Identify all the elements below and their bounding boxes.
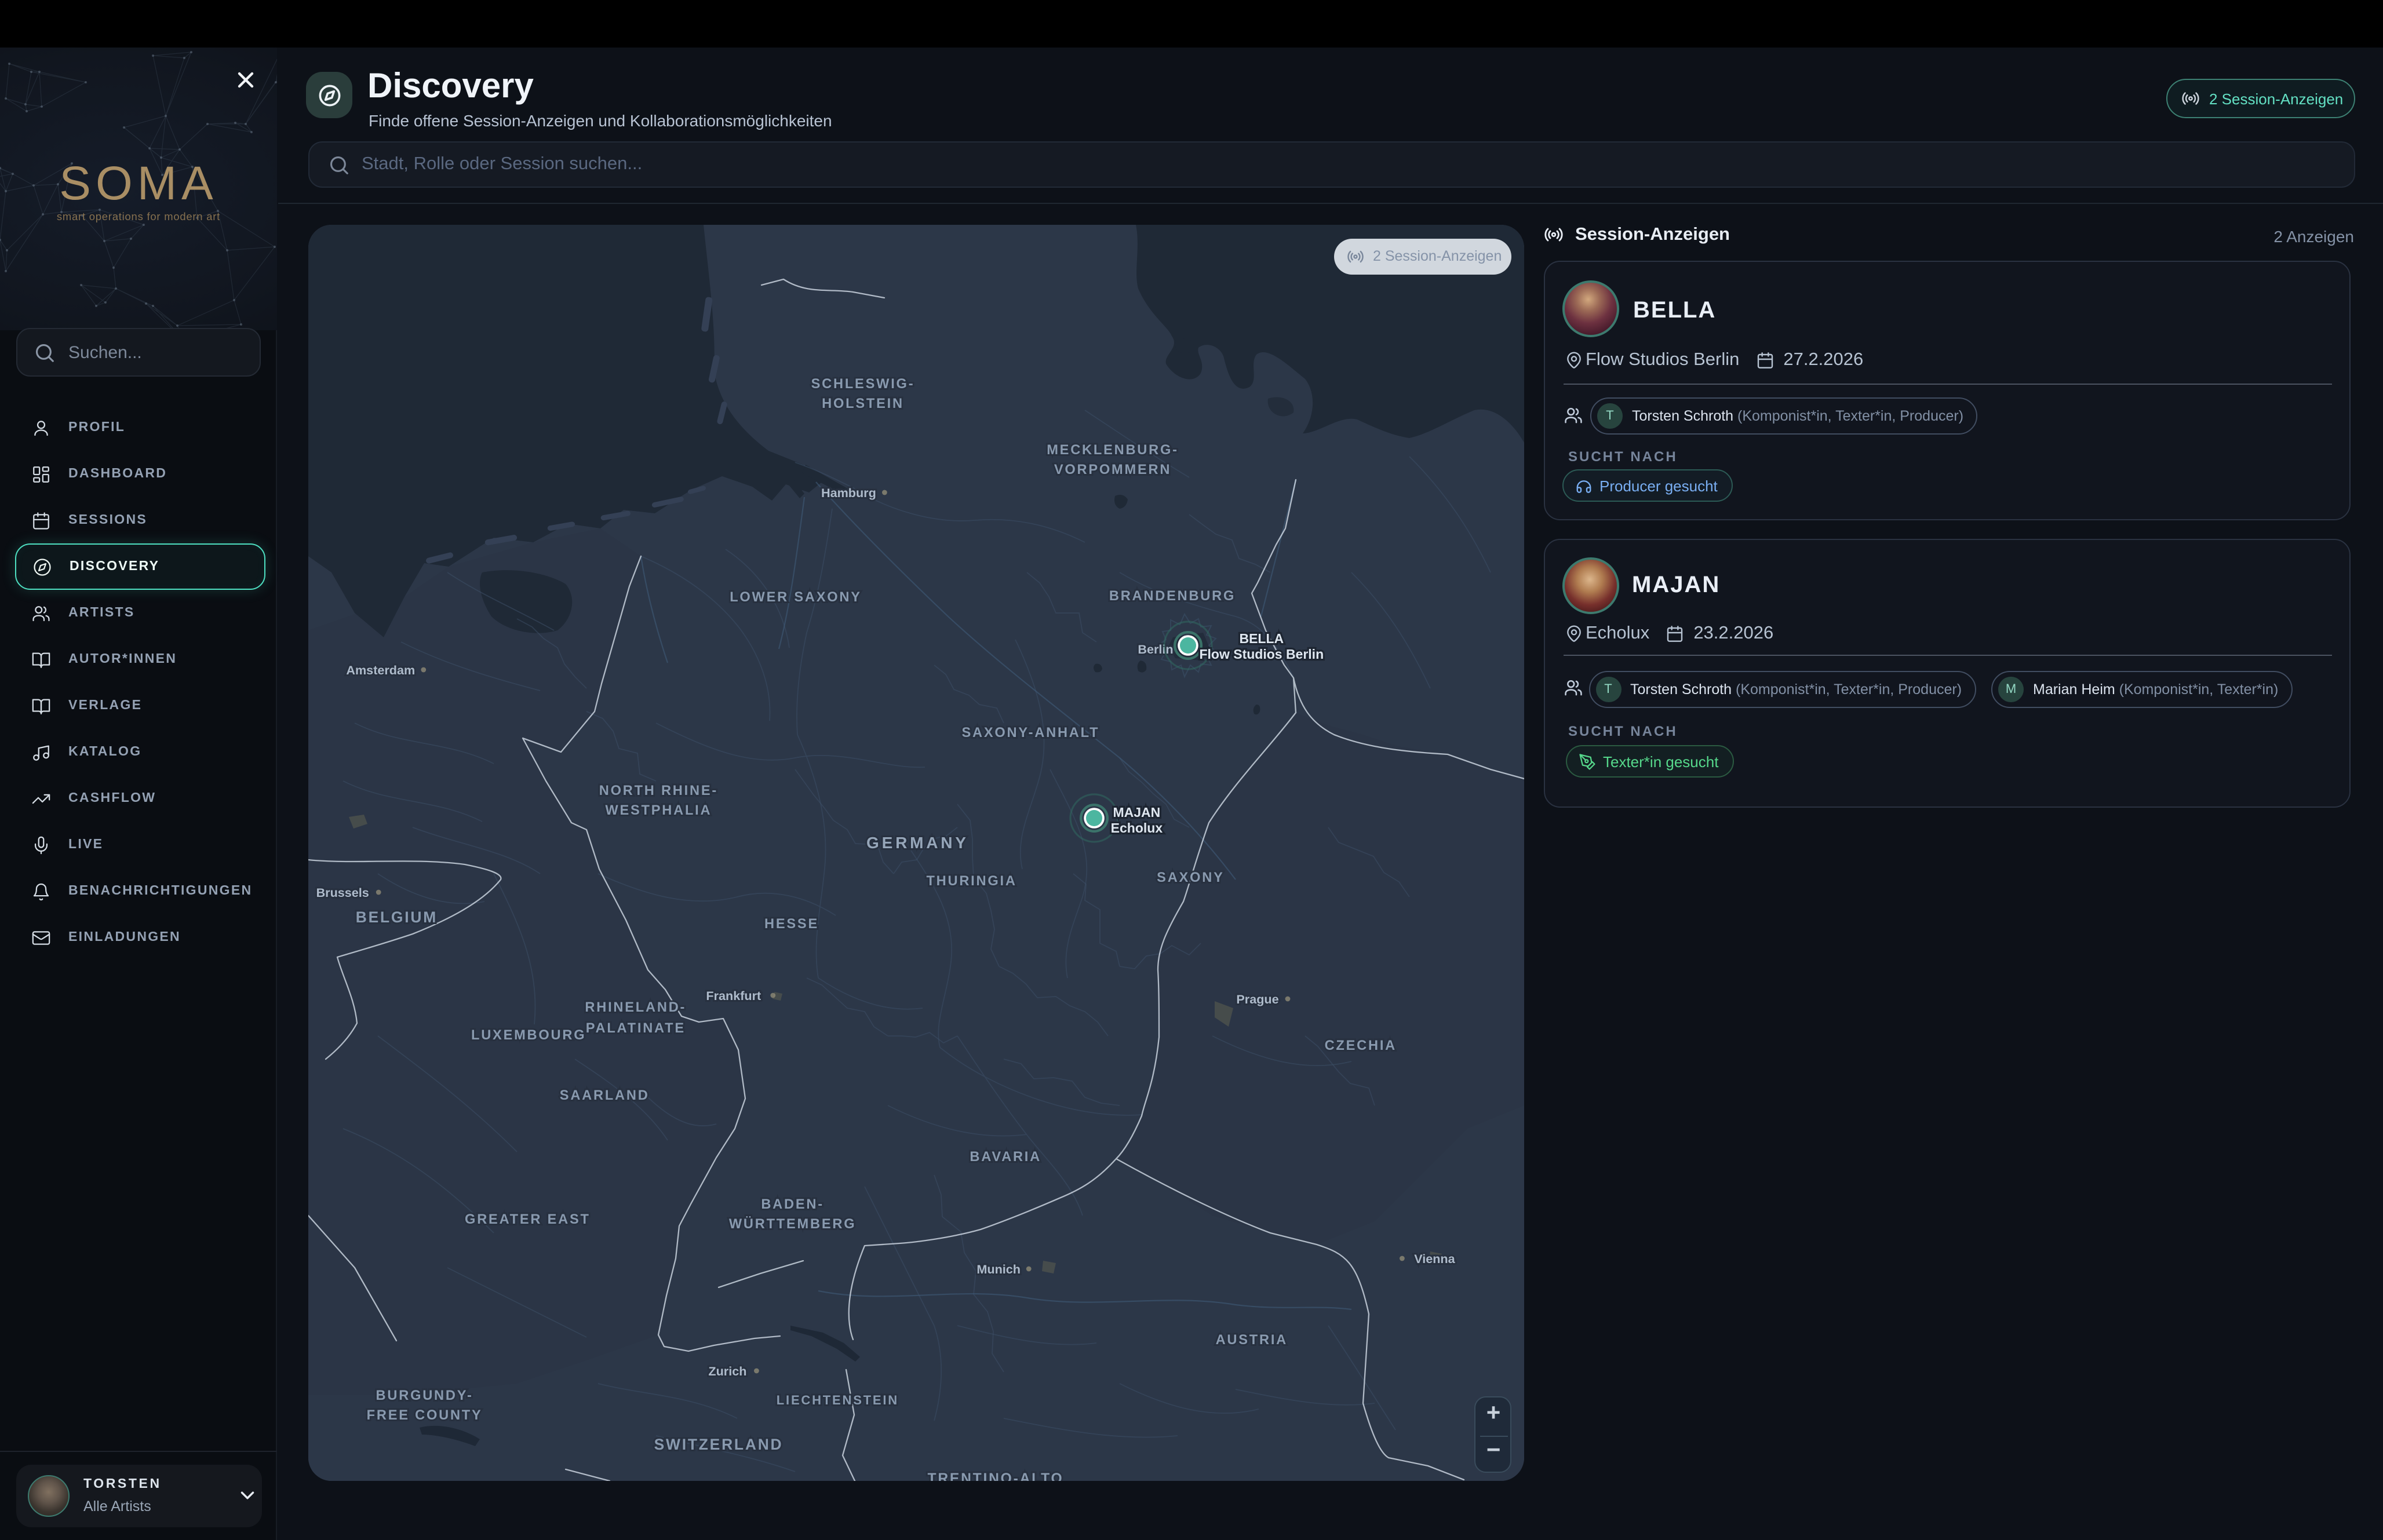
svg-text:CZECHIA: CZECHIA xyxy=(1324,1038,1396,1053)
svg-text:WESTPHALIA: WESTPHALIA xyxy=(604,802,711,818)
svg-text:SAXONY: SAXONY xyxy=(1156,870,1223,885)
svg-text:LUXEMBOURG: LUXEMBOURG xyxy=(471,1027,585,1042)
svg-text:Brussels: Brussels xyxy=(316,885,369,899)
svg-text:SWITZERLAND: SWITZERLAND xyxy=(654,1435,783,1453)
svg-text:LOWER SAXONY: LOWER SAXONY xyxy=(729,589,861,604)
svg-text:Hamburg: Hamburg xyxy=(821,485,876,499)
svg-text:HESSE: HESSE xyxy=(764,916,818,931)
svg-text:GREATER EAST: GREATER EAST xyxy=(464,1211,590,1227)
svg-text:Berlin: Berlin xyxy=(1137,641,1172,656)
svg-text:Zurich: Zurich xyxy=(708,1363,746,1378)
svg-text:BURGUNDY-: BURGUNDY- xyxy=(376,1388,473,1403)
svg-text:Echolux: Echolux xyxy=(1110,820,1163,835)
svg-text:MECKLENBURG-: MECKLENBURG- xyxy=(1046,442,1178,457)
svg-text:SCHLESWIG-: SCHLESWIG- xyxy=(811,376,914,391)
svg-text:AUSTRIA: AUSTRIA xyxy=(1215,1332,1287,1347)
svg-text:BELLA: BELLA xyxy=(1238,630,1283,645)
svg-text:BRANDENBURG: BRANDENBURG xyxy=(1109,588,1235,603)
svg-text:TRENTINO-ALTO: TRENTINO-ALTO xyxy=(927,1470,1063,1481)
svg-text:Prague: Prague xyxy=(1236,991,1278,1006)
svg-text:BAVARIA: BAVARIA xyxy=(969,1149,1041,1164)
svg-text:RHINELAND-: RHINELAND- xyxy=(584,999,686,1014)
svg-text:Amsterdam: Amsterdam xyxy=(345,662,414,677)
svg-text:BADEN-: BADEN- xyxy=(760,1196,824,1211)
svg-text:THURINGIA: THURINGIA xyxy=(925,873,1016,888)
svg-text:BELGIUM: BELGIUM xyxy=(355,908,437,925)
svg-text:PALATINATE: PALATINATE xyxy=(585,1020,685,1035)
svg-text:SAXONY-ANHALT: SAXONY-ANHALT xyxy=(961,725,1099,740)
svg-text:Munich: Munich xyxy=(976,1261,1020,1276)
svg-text:GERMANY: GERMANY xyxy=(866,833,968,851)
svg-text:Flow Studios Berlin: Flow Studios Berlin xyxy=(1198,646,1323,661)
svg-text:LIECHTENSTEIN: LIECHTENSTEIN xyxy=(776,1392,898,1407)
svg-text:SAARLAND: SAARLAND xyxy=(559,1088,649,1103)
svg-text:MAJAN: MAJAN xyxy=(1113,804,1160,819)
svg-text:Frankfurt: Frankfurt xyxy=(705,988,760,1002)
svg-text:Vienna: Vienna xyxy=(1413,1251,1455,1265)
svg-text:HOLSTEIN: HOLSTEIN xyxy=(821,396,903,411)
svg-text:VORPOMMERN: VORPOMMERN xyxy=(1054,462,1171,477)
svg-text:NORTH RHINE-: NORTH RHINE- xyxy=(599,783,717,798)
svg-text:WÜRTTEMBERG: WÜRTTEMBERG xyxy=(728,1216,856,1231)
svg-text:FREE COUNTY: FREE COUNTY xyxy=(366,1407,482,1422)
